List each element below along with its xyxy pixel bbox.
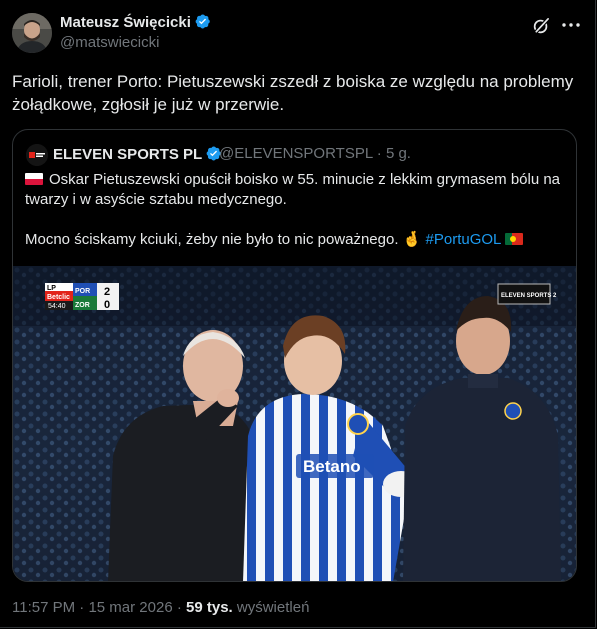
grok-icon[interactable] bbox=[532, 16, 551, 35]
jersey-sponsor: Betano bbox=[303, 457, 361, 476]
portugal-flag-icon bbox=[505, 233, 524, 245]
hashtag-link[interactable]: #PortuGOL bbox=[426, 231, 502, 248]
poland-flag-icon bbox=[25, 173, 43, 185]
quoted-line-1: Oskar Pietuszewski opuścił boisko w 55. … bbox=[25, 171, 561, 208]
quoted-line-2: Mocno ściskamy kciuki, żeby nie było to … bbox=[25, 231, 426, 248]
quoted-post-text: Oskar Pietuszewski opuścił boisko w 55. … bbox=[25, 170, 565, 250]
post-metadata: 11:57 PM · 15 mar 2026 · 59 tys. wyświet… bbox=[12, 599, 309, 616]
meta-separator-2: · bbox=[172, 599, 187, 616]
team-away: ZOR bbox=[75, 302, 90, 309]
score-home: 2 bbox=[104, 286, 110, 298]
score-away: 0 bbox=[104, 299, 110, 311]
quoted-post[interactable]: ELEVEN SPORTS PL @ELEVENSPORTSPL · 5 g. … bbox=[12, 129, 577, 582]
quoted-author-avatar[interactable] bbox=[26, 144, 48, 166]
author-handle[interactable]: @matswiecicki bbox=[60, 34, 159, 51]
views-count: 59 tys. bbox=[186, 599, 233, 616]
quoted-author-handle[interactable]: @ELEVENSPORTSPL · 5 g. bbox=[219, 145, 411, 162]
author-name[interactable]: Mateusz Święcicki bbox=[60, 13, 211, 31]
tweet-text: Farioli, trener Porto: Pietuszewski zsze… bbox=[12, 72, 574, 114]
embedded-photo[interactable]: Betano LP Betclic 54:40 POR ZOR 2 0 ELEV… bbox=[13, 266, 576, 581]
post-time[interactable]: 11:57 PM bbox=[12, 599, 75, 616]
quoted-author-name[interactable]: ELEVEN SPORTS PL bbox=[53, 145, 222, 163]
channel-logo: ELEVEN SPORTS 2 bbox=[497, 283, 557, 305]
team-home: POR bbox=[75, 288, 90, 295]
score-bug: LP Betclic 54:40 POR ZOR 2 0 bbox=[45, 283, 119, 311]
verified-badge-icon bbox=[195, 14, 210, 29]
author-avatar[interactable] bbox=[12, 13, 52, 53]
sponsor-logo: Betclic bbox=[47, 294, 70, 301]
meta-separator: · bbox=[75, 599, 89, 616]
match-photo: Betano LP Betclic 54:40 POR ZOR 2 0 ELEV… bbox=[13, 266, 576, 581]
league-logo: LP bbox=[47, 285, 56, 292]
match-clock: 54:40 bbox=[48, 303, 66, 310]
more-options-icon[interactable] bbox=[561, 21, 581, 29]
post-date[interactable]: 15 mar 2026 bbox=[88, 599, 172, 616]
channel-name: ELEVEN SPORTS 2 bbox=[501, 293, 557, 299]
views-label: wyświetleń bbox=[232, 599, 310, 616]
